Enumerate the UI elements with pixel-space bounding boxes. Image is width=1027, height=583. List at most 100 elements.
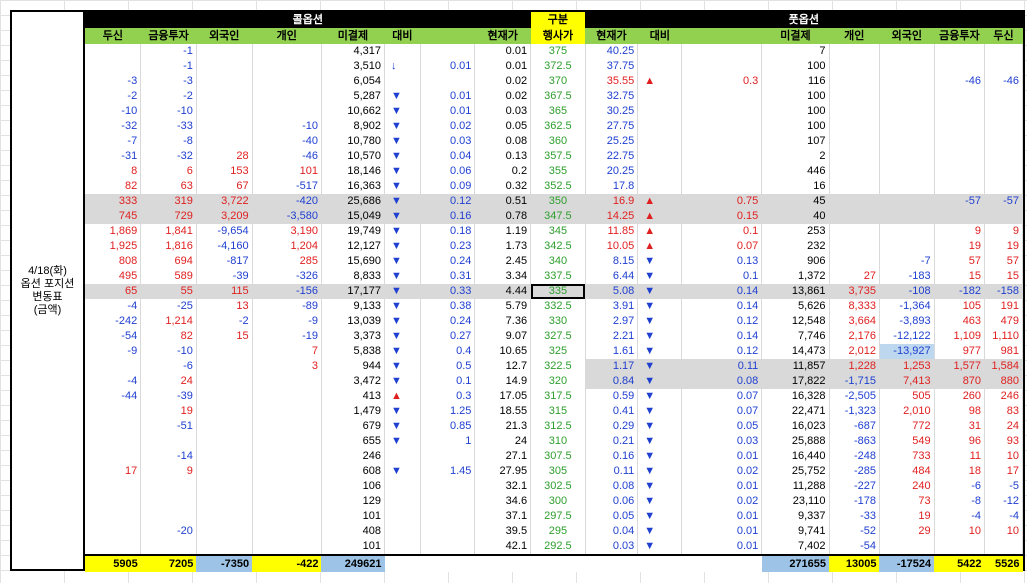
put-fin-cell[interactable]: 15 [934, 269, 986, 284]
call-fin-cell[interactable]: -39 [140, 389, 197, 404]
put-individual-cell[interactable]: -1,323 [829, 404, 880, 419]
put-foreign-cell[interactable]: 7,413 [879, 374, 935, 389]
strike-price-cell[interactable]: 292.5 [530, 539, 586, 555]
put-change-cell[interactable] [681, 179, 763, 194]
call-fin-cell[interactable] [140, 509, 197, 524]
total-empty-cell[interactable] [474, 554, 531, 572]
put-price-cell[interactable]: 8.15 [585, 254, 639, 269]
put-change-arrow-cell[interactable]: ▼ [637, 269, 683, 284]
call-tusin-cell[interactable] [85, 419, 142, 434]
call-price-cell[interactable]: 21.3 [474, 419, 532, 434]
call-foreign-cell[interactable] [196, 89, 253, 104]
call-individual-cell[interactable] [252, 539, 322, 555]
total-empty-cell[interactable] [637, 554, 682, 572]
gubun-header[interactable]: 구분 [530, 12, 586, 28]
put-open-interest-cell[interactable]: 9,337 [761, 509, 830, 524]
call-change-arrow-cell[interactable]: ▲ [384, 389, 421, 404]
put-foreign-cell[interactable] [879, 164, 935, 179]
put-fin-cell[interactable]: -182 [934, 284, 986, 299]
call-tusin-cell[interactable]: 1,925 [85, 239, 142, 254]
strike-price-cell[interactable]: 322.5 [530, 359, 586, 374]
call-price-cell[interactable]: 18.55 [474, 404, 532, 419]
put-change-arrow-cell[interactable]: ▼ [637, 359, 683, 374]
call-individual-cell[interactable]: -40 [252, 134, 322, 149]
put-col-header-5[interactable]: 외국인 [879, 28, 935, 44]
call-tusin-cell[interactable]: 17 [85, 464, 142, 479]
put-section-header[interactable]: 풋옵션 [585, 12, 1023, 28]
put-tusin-cell[interactable]: 479 [984, 314, 1023, 329]
call-tusin-cell[interactable]: 333 [85, 194, 142, 209]
put-change-arrow-cell[interactable] [637, 104, 683, 119]
call-individual-cell[interactable]: -10 [252, 119, 322, 134]
call-individual-cell[interactable] [252, 74, 322, 89]
call-individual-cell[interactable]: -9 [252, 314, 322, 329]
put-fin-cell[interactable]: 31 [934, 419, 986, 434]
call-open-interest-cell[interactable]: 3,510 [321, 59, 386, 74]
call-open-interest-cell[interactable]: 12,127 [321, 239, 386, 254]
call-open-interest-cell[interactable]: 16,363 [321, 179, 386, 194]
call-foreign-cell[interactable] [196, 404, 253, 419]
put-price-cell[interactable]: 0.29 [585, 419, 639, 434]
total-empty-cell[interactable] [530, 554, 586, 572]
put-tusin-cell[interactable]: 191 [984, 299, 1023, 314]
put-open-interest-cell[interactable]: 17,822 [761, 374, 830, 389]
put-individual-cell[interactable]: -285 [829, 464, 880, 479]
call-individual-cell[interactable] [252, 59, 322, 74]
call-change-cell[interactable]: 0.09 [420, 179, 476, 194]
call-price-cell[interactable]: 0.01 [474, 59, 532, 74]
put-foreign-cell[interactable] [879, 134, 935, 149]
call-col-header-6[interactable] [420, 28, 475, 44]
call-individual-cell[interactable]: -326 [252, 269, 322, 284]
call-fin-cell[interactable] [140, 434, 197, 449]
put-open-interest-cell[interactable]: 5,626 [761, 299, 830, 314]
call-open-interest-cell[interactable]: 129 [321, 494, 386, 509]
put-open-interest-cell[interactable]: 100 [761, 119, 830, 134]
put-fin-cell[interactable]: 9 [934, 224, 986, 239]
put-price-cell[interactable]: 10.05 [585, 239, 639, 254]
call-tusin-cell[interactable] [85, 434, 142, 449]
call-tusin-cell[interactable] [85, 59, 142, 74]
call-tusin-cell[interactable]: -10 [85, 104, 142, 119]
call-fin-cell[interactable]: -6 [140, 359, 197, 374]
total-call-open-interest[interactable]: 249621 [321, 554, 385, 572]
put-foreign-cell[interactable]: -7 [879, 254, 935, 269]
call-open-interest-cell[interactable]: 1,479 [321, 404, 386, 419]
call-open-interest-cell[interactable]: 101 [321, 509, 386, 524]
call-tusin-cell[interactable]: -242 [85, 314, 142, 329]
call-open-interest-cell[interactable]: 9,133 [321, 299, 386, 314]
put-individual-cell[interactable]: -33 [829, 509, 880, 524]
put-tusin-cell[interactable] [984, 134, 1023, 149]
put-change-cell[interactable]: 0.14 [681, 284, 763, 299]
call-change-cell[interactable]: 0.85 [420, 419, 476, 434]
put-change-arrow-cell[interactable]: ▼ [637, 404, 683, 419]
call-individual-cell[interactable]: -19 [252, 329, 322, 344]
call-individual-cell[interactable]: 7 [252, 344, 322, 359]
total-call-foreign[interactable]: -7350 [196, 554, 253, 572]
put-open-interest-cell[interactable]: 906 [761, 254, 830, 269]
call-fin-cell[interactable]: -14 [140, 449, 197, 464]
put-open-interest-cell[interactable]: 116 [761, 74, 830, 89]
call-fin-cell[interactable]: 1,214 [140, 314, 197, 329]
call-price-cell[interactable]: 5.79 [474, 299, 532, 314]
put-price-cell[interactable]: 25.25 [585, 134, 639, 149]
put-price-cell[interactable]: 0.16 [585, 449, 639, 464]
put-individual-cell[interactable]: -2,505 [829, 389, 880, 404]
call-individual-cell[interactable]: 1,204 [252, 239, 322, 254]
put-change-cell[interactable]: 0.01 [681, 449, 763, 464]
side-label-cell[interactable]: 4/18(화) 옵션 포지션 변동표 (금액) [12, 12, 85, 569]
call-price-cell[interactable]: 10.65 [474, 344, 532, 359]
put-tusin-cell[interactable]: 10 [984, 449, 1023, 464]
strike-price-cell[interactable]: 302.5 [530, 479, 586, 494]
call-foreign-cell[interactable] [196, 74, 253, 89]
put-individual-cell[interactable] [829, 104, 880, 119]
call-fin-cell[interactable]: -33 [140, 119, 197, 134]
call-open-interest-cell[interactable]: 10,662 [321, 104, 386, 119]
call-open-interest-cell[interactable]: 8,833 [321, 269, 386, 284]
put-tusin-cell[interactable]: 57 [984, 254, 1023, 269]
strike-price-cell[interactable]: 315 [530, 404, 586, 419]
put-col-header-3[interactable]: 미결제 [761, 28, 830, 44]
call-change-cell[interactable]: 0.01 [420, 104, 476, 119]
put-open-interest-cell[interactable]: 13,861 [761, 284, 830, 299]
strike-price-cell[interactable]: 317.5 [530, 389, 586, 404]
call-change-cell[interactable]: 1.45 [420, 464, 476, 479]
